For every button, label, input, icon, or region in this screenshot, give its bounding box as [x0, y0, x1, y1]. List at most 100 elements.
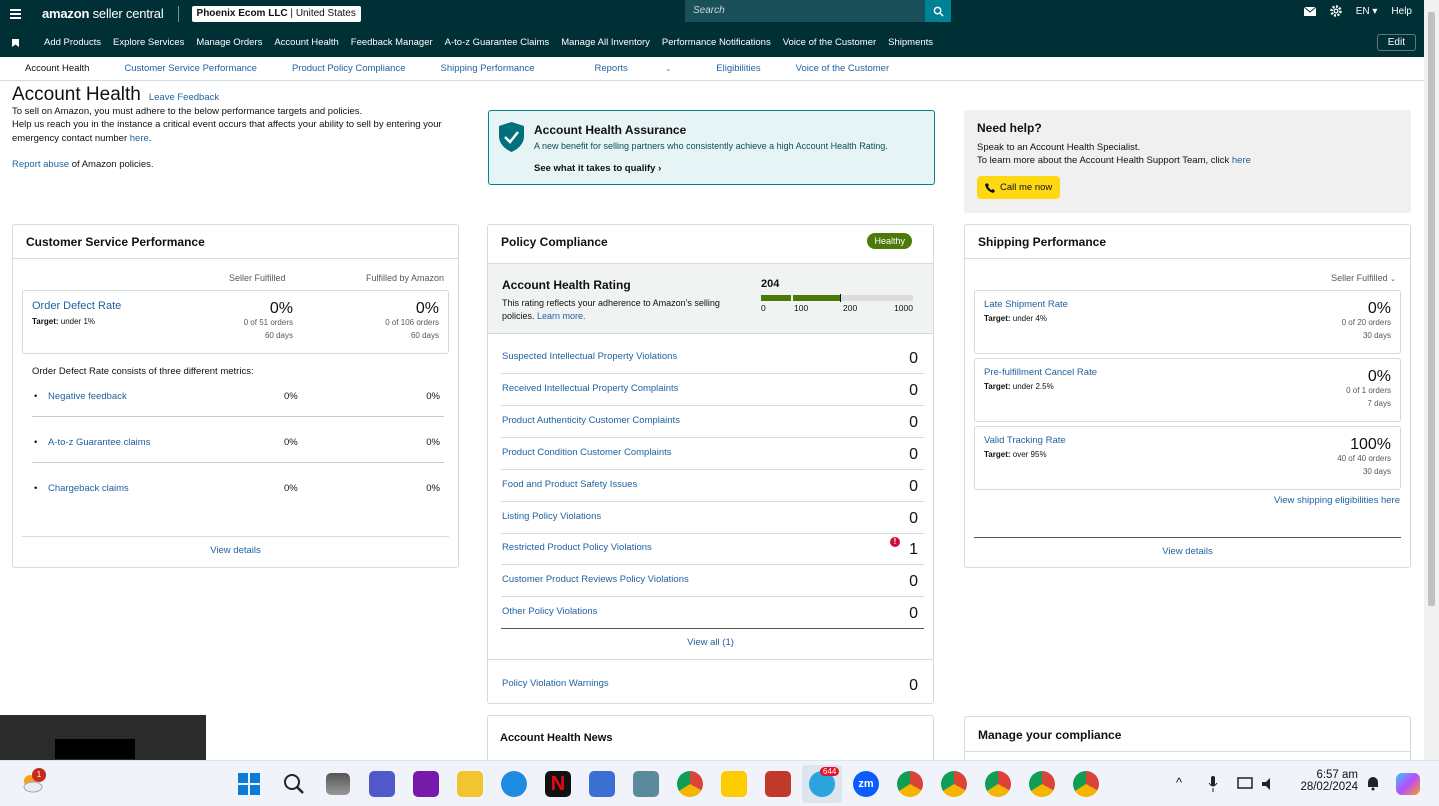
calculator-icon[interactable]	[633, 771, 659, 797]
nav-voice-of-customer[interactable]: Voice of the Customer	[783, 37, 876, 48]
search-input[interactable]: Search	[685, 0, 925, 22]
chrome-profile-icon[interactable]	[1073, 771, 1099, 797]
mail-icon[interactable]	[1303, 6, 1316, 16]
account-switcher[interactable]: Phoenix Ecom LLC | United States	[191, 6, 361, 22]
tab-customer-service[interactable]: Customer Service Performance	[124, 63, 257, 74]
tab-account-health[interactable]: Account Health	[25, 63, 89, 74]
policy-row-label[interactable]: Product Condition Customer Complaints	[502, 447, 672, 458]
call-me-button[interactable]: Call me now	[977, 176, 1061, 199]
weather-icon[interactable]: 1	[20, 768, 46, 795]
table-row[interactable]: Customer Product Reviews Policy Violatio…	[501, 565, 924, 597]
search-icon[interactable]	[283, 773, 305, 795]
shipping-eligibilities-link[interactable]: View shipping eligibilities here	[1274, 495, 1400, 506]
task-view-icon[interactable]	[326, 773, 350, 795]
policy-row-label[interactable]: Customer Product Reviews Policy Violatio…	[502, 574, 689, 585]
policy-row-value: 0	[909, 382, 918, 399]
chargeback-claims-link[interactable]: Chargeback claims	[48, 483, 129, 494]
chevron-up-icon[interactable]: ^	[1176, 775, 1182, 790]
a-to-z-claims-link[interactable]: A-to-z Guarantee claims	[48, 437, 150, 448]
policy-row-label[interactable]: Product Authenticity Customer Complaints	[502, 415, 680, 426]
report-abuse-link[interactable]: Report abuse	[12, 159, 69, 170]
nav-shipments[interactable]: Shipments	[888, 37, 933, 48]
aha-qualify-link[interactable]: See what it takes to qualify ›	[534, 163, 661, 174]
tab-voice-of-customer[interactable]: Voice of the Customer	[796, 63, 889, 74]
file-explorer-icon[interactable]	[457, 771, 483, 797]
late-shipment-link[interactable]: Late Shipment Rate	[984, 299, 1068, 310]
table-row[interactable]: Other Policy Violations 0	[501, 597, 924, 629]
microphone-icon[interactable]	[1208, 776, 1218, 792]
chrome-profile-icon[interactable]	[985, 771, 1011, 797]
netflix-icon[interactable]: N	[545, 771, 571, 797]
policy-row-label[interactable]: Restricted Product Policy Violations	[502, 542, 652, 553]
search-box[interactable]: Search	[685, 0, 951, 22]
chrome-profile-icon[interactable]	[1029, 771, 1055, 797]
nav-account-health[interactable]: Account Health	[274, 37, 338, 48]
sp-view-details-link[interactable]: View details	[965, 546, 1410, 557]
gear-icon[interactable]	[1329, 5, 1342, 17]
table-row[interactable]: Food and Product Safety Issues 0	[501, 470, 924, 502]
edit-nav-button[interactable]: Edit	[1376, 34, 1416, 51]
page-scrollbar[interactable]	[1424, 0, 1439, 760]
support-team-link[interactable]: here	[1232, 155, 1251, 166]
sticky-notes-icon[interactable]	[721, 771, 747, 797]
notepad-icon[interactable]	[589, 771, 615, 797]
table-row[interactable]: Product Condition Customer Complaints 0	[501, 438, 924, 470]
odr-link[interactable]: Order Defect Rate	[32, 300, 121, 312]
table-row[interactable]: Received Intellectual Property Complaint…	[501, 374, 924, 406]
warnings-row[interactable]: Policy Violation Warnings 0	[501, 669, 924, 701]
nav-manage-inventory[interactable]: Manage All Inventory	[561, 37, 650, 48]
teams-icon[interactable]	[369, 771, 395, 797]
csp-title: Customer Service Performance	[13, 225, 458, 259]
table-row[interactable]: Suspected Intellectual Property Violatio…	[501, 342, 924, 374]
help-link[interactable]: Help	[1391, 6, 1412, 17]
volume-icon[interactable]	[1262, 777, 1276, 791]
nav-add-products[interactable]: Add Products	[44, 37, 101, 48]
chrome-icon[interactable]	[677, 771, 703, 797]
policy-row-label[interactable]: Suspected Intellectual Property Violatio…	[502, 351, 677, 362]
policy-row-label[interactable]: Listing Policy Violations	[502, 511, 601, 522]
csp-view-details-link[interactable]: View details	[13, 545, 458, 556]
table-row[interactable]: Restricted Product Policy Violations ! 1	[501, 533, 924, 565]
language-selector[interactable]: EN ▾	[1356, 6, 1378, 17]
nav-explore-services[interactable]: Explore Services	[113, 37, 184, 48]
menu-icon[interactable]	[0, 0, 30, 28]
nav-a-to-z-claims[interactable]: A-to-z Guarantee Claims	[445, 37, 550, 48]
policy-row-label[interactable]: Other Policy Violations	[502, 606, 597, 617]
copilot-icon[interactable]	[1396, 773, 1420, 795]
onenote-icon[interactable]	[413, 771, 439, 797]
nav-manage-orders[interactable]: Manage Orders	[196, 37, 262, 48]
sp-filter-dropdown[interactable]: Seller Fulfilled ⌄	[1331, 273, 1396, 283]
contact-here-link[interactable]: here	[130, 133, 149, 144]
search-button[interactable]	[925, 0, 951, 22]
chrome-profile-icon[interactable]	[897, 771, 923, 797]
tab-shipping[interactable]: Shipping Performance	[441, 63, 535, 74]
tab-product-policy[interactable]: Product Policy Compliance	[292, 63, 406, 74]
telegram-taskbar-button[interactable]: 644	[802, 765, 842, 803]
ahr-learn-more-link[interactable]: Learn more.	[537, 311, 586, 321]
policy-row-label[interactable]: Received Intellectual Property Complaint…	[502, 383, 678, 394]
network-icon[interactable]	[1237, 777, 1253, 791]
notification-bell-icon[interactable]	[1366, 775, 1380, 791]
table-row[interactable]: Product Authenticity Customer Complaints…	[501, 406, 924, 438]
policy-row-label[interactable]: Food and Product Safety Issues	[502, 479, 637, 490]
cancel-rate-link[interactable]: Pre-fulfillment Cancel Rate	[984, 367, 1097, 378]
negative-feedback-link[interactable]: Negative feedback	[48, 391, 127, 402]
clock[interactable]: 6:57 am 28/02/2024	[1300, 769, 1358, 793]
tab-eligibilities[interactable]: Eligibilities	[716, 63, 760, 74]
view-all-link[interactable]: View all (1)	[488, 637, 933, 648]
tracking-rate-link[interactable]: Valid Tracking Rate	[984, 435, 1066, 446]
windows-start-icon[interactable]	[238, 773, 260, 795]
bookmark-icon[interactable]	[11, 38, 19, 47]
chrome-profile-icon[interactable]	[941, 771, 967, 797]
need-help-line2: To learn more about the Account Health S…	[977, 155, 1230, 166]
leave-feedback-link[interactable]: Leave Feedback	[149, 92, 219, 103]
nav-performance-notifications[interactable]: Performance Notifications	[662, 37, 771, 48]
tab-reports[interactable]: Reports ⌄	[570, 63, 682, 74]
table-row[interactable]: Listing Policy Violations 0	[501, 502, 924, 534]
edge-icon[interactable]	[501, 771, 527, 797]
warnings-link[interactable]: Policy Violation Warnings	[502, 678, 609, 689]
snipping-tool-icon[interactable]	[765, 771, 791, 797]
seller-central-logo[interactable]: amazon seller central	[42, 6, 179, 22]
nav-feedback-manager[interactable]: Feedback Manager	[351, 37, 433, 48]
zoom-icon[interactable]: zm	[853, 771, 879, 797]
